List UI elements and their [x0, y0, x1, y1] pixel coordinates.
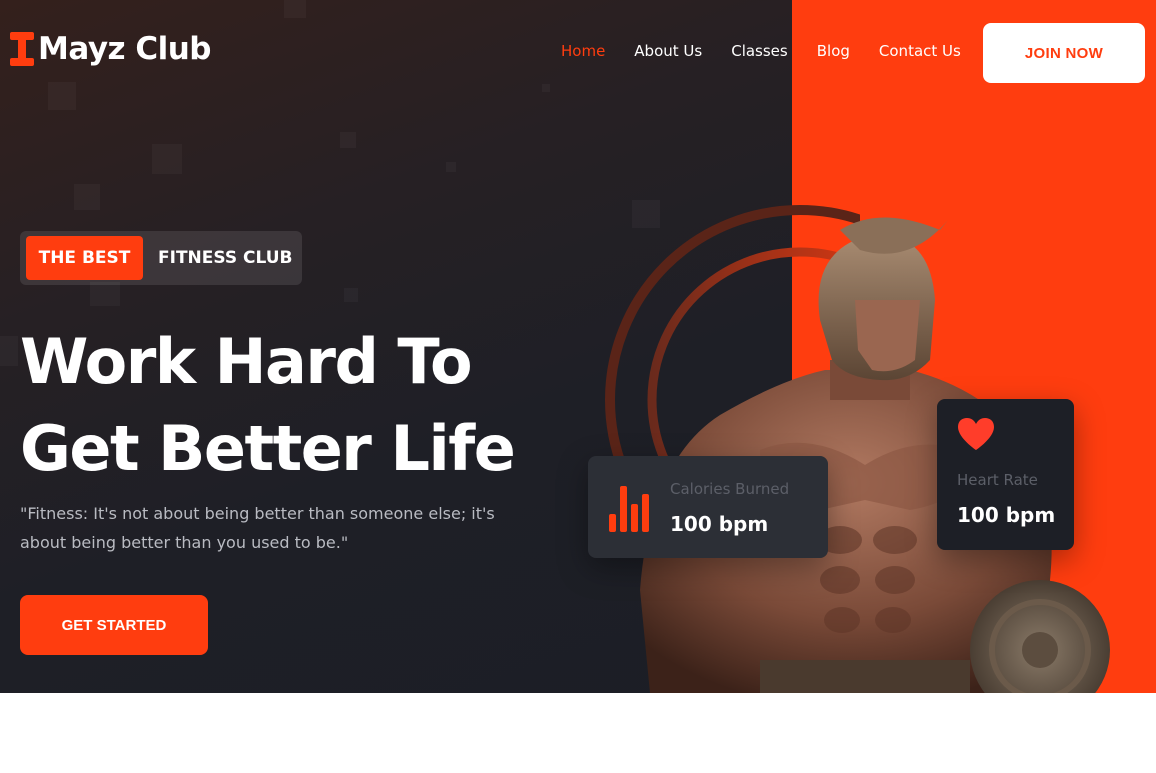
nav-item-classes[interactable]: Classes — [731, 42, 788, 60]
decorative-square — [152, 144, 182, 174]
decorative-square — [0, 336, 18, 366]
heart-rate-card: Heart Rate 100 bpm — [937, 399, 1074, 550]
decorative-square — [74, 184, 100, 210]
decorative-square — [340, 132, 356, 148]
headline-line-1: Work Hard To — [20, 325, 473, 398]
calories-label: Calories Burned — [670, 480, 790, 498]
decorative-square — [284, 0, 306, 18]
nav-item-about-us[interactable]: About Us — [634, 42, 702, 60]
decorative-square — [542, 84, 550, 92]
join-now-button[interactable]: JOIN NOW — [983, 23, 1145, 83]
heart-rate-value: 100 bpm — [957, 503, 1056, 527]
main-nav: Home About Us Classes Blog Contact Us — [561, 42, 990, 60]
heart-icon — [958, 418, 994, 450]
brand-name: Mayz Club — [38, 31, 212, 67]
bar-chart-icon — [609, 486, 649, 532]
heart-rate-label: Heart Rate — [957, 471, 1038, 489]
decorative-square — [344, 288, 358, 302]
decorative-square — [90, 282, 120, 306]
brand-logo[interactable]: Mayz Club — [10, 30, 212, 68]
hero-quote: "Fitness: It's not about being better th… — [20, 504, 495, 552]
hero-headline: Work Hard To Get Better Life — [20, 318, 580, 492]
headline-line-2: Get Better Life — [20, 412, 516, 485]
badge-label: FITNESS CLUB — [158, 248, 293, 268]
get-started-button[interactable]: GET STARTED — [20, 595, 208, 655]
decorative-square — [446, 162, 456, 172]
nav-item-home[interactable]: Home — [561, 42, 605, 60]
calories-value: 100 bpm — [670, 512, 769, 536]
badge-accent-label: THE BEST — [26, 236, 143, 280]
decorative-square — [48, 82, 76, 110]
nav-item-contact-us[interactable]: Contact Us — [879, 42, 961, 60]
calories-card: Calories Burned 100 bpm — [588, 456, 828, 558]
hero-section: Mayz Club Home About Us Classes Blog Con… — [0, 0, 1156, 693]
hero-badge: THE BEST FITNESS CLUB — [20, 231, 302, 285]
dumbbell-icon — [10, 30, 34, 68]
nav-item-blog[interactable]: Blog — [817, 42, 850, 60]
